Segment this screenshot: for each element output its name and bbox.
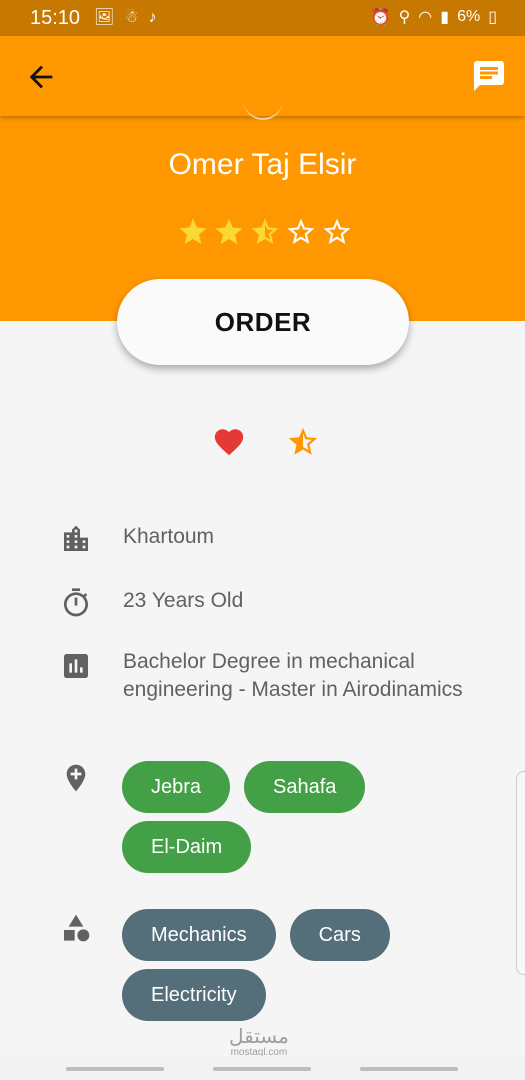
- profile-name: Omer Taj Elsir: [168, 148, 357, 181]
- skill-chip[interactable]: Mechanics: [122, 909, 276, 961]
- snapchat-icon: ☃: [124, 9, 139, 26]
- signal-icon: ▮: [440, 9, 450, 26]
- arrow-back-icon[interactable]: [24, 60, 58, 94]
- alarm-icon: ⏰: [370, 9, 391, 26]
- timer-icon: [64, 588, 88, 617]
- status-time: 15:10: [30, 7, 81, 29]
- education-text: Bachelor Degree in mechanical engineerin…: [123, 650, 463, 701]
- city-text: Khartoum: [123, 525, 215, 548]
- chat-icon[interactable]: [471, 58, 507, 94]
- watermark-arabic: مستقل: [229, 1026, 289, 1048]
- rating-stars: [177, 216, 353, 248]
- area-chip[interactable]: Jebra: [122, 761, 231, 813]
- star-empty-icon: [323, 218, 351, 244]
- watermark: مستقل mostaql.com: [229, 1027, 289, 1058]
- area-chip[interactable]: El-Daim: [122, 821, 252, 873]
- add-location-icon: [66, 764, 86, 792]
- area-chip[interactable]: Sahafa: [244, 761, 366, 813]
- nav-back-button[interactable]: [360, 1067, 458, 1071]
- order-button[interactable]: ORDER: [117, 279, 409, 365]
- location-icon: ⚲: [398, 9, 411, 26]
- city-icon: [64, 525, 88, 551]
- navigation-bar: [0, 1056, 525, 1080]
- star-empty-icon: [287, 218, 315, 244]
- heart-icon[interactable]: [212, 425, 246, 459]
- status-bar: 15:10 🖼 ☃ ♪ ⏰ ⚲ ◠ ▮ 6% ▯: [0, 0, 525, 36]
- bar-chart-icon: [64, 654, 88, 678]
- nav-recent-button[interactable]: [66, 1067, 164, 1071]
- nav-home-button[interactable]: [213, 1067, 311, 1071]
- star-half-icon: [251, 218, 279, 244]
- wifi-icon: ◠: [418, 9, 433, 26]
- area-chips: Jebra Sahafa El-Daim: [122, 761, 422, 873]
- skill-chip[interactable]: Electricity: [122, 969, 266, 1021]
- star-full-icon: [179, 218, 207, 244]
- skill-chips: Mechanics Cars Electricity: [122, 909, 422, 1021]
- tiktok-icon: ♪: [148, 9, 157, 26]
- skill-chip[interactable]: Cars: [289, 909, 390, 961]
- image-icon: 🖼: [94, 9, 115, 26]
- star-full-icon: [215, 218, 243, 244]
- star-half-icon[interactable]: [286, 425, 320, 459]
- battery-icon: ▯: [488, 9, 497, 26]
- scroll-handle[interactable]: [516, 771, 525, 975]
- battery-percent: 6%: [457, 8, 481, 25]
- age-text: 23 Years Old: [123, 589, 244, 612]
- category-icon: [64, 914, 90, 942]
